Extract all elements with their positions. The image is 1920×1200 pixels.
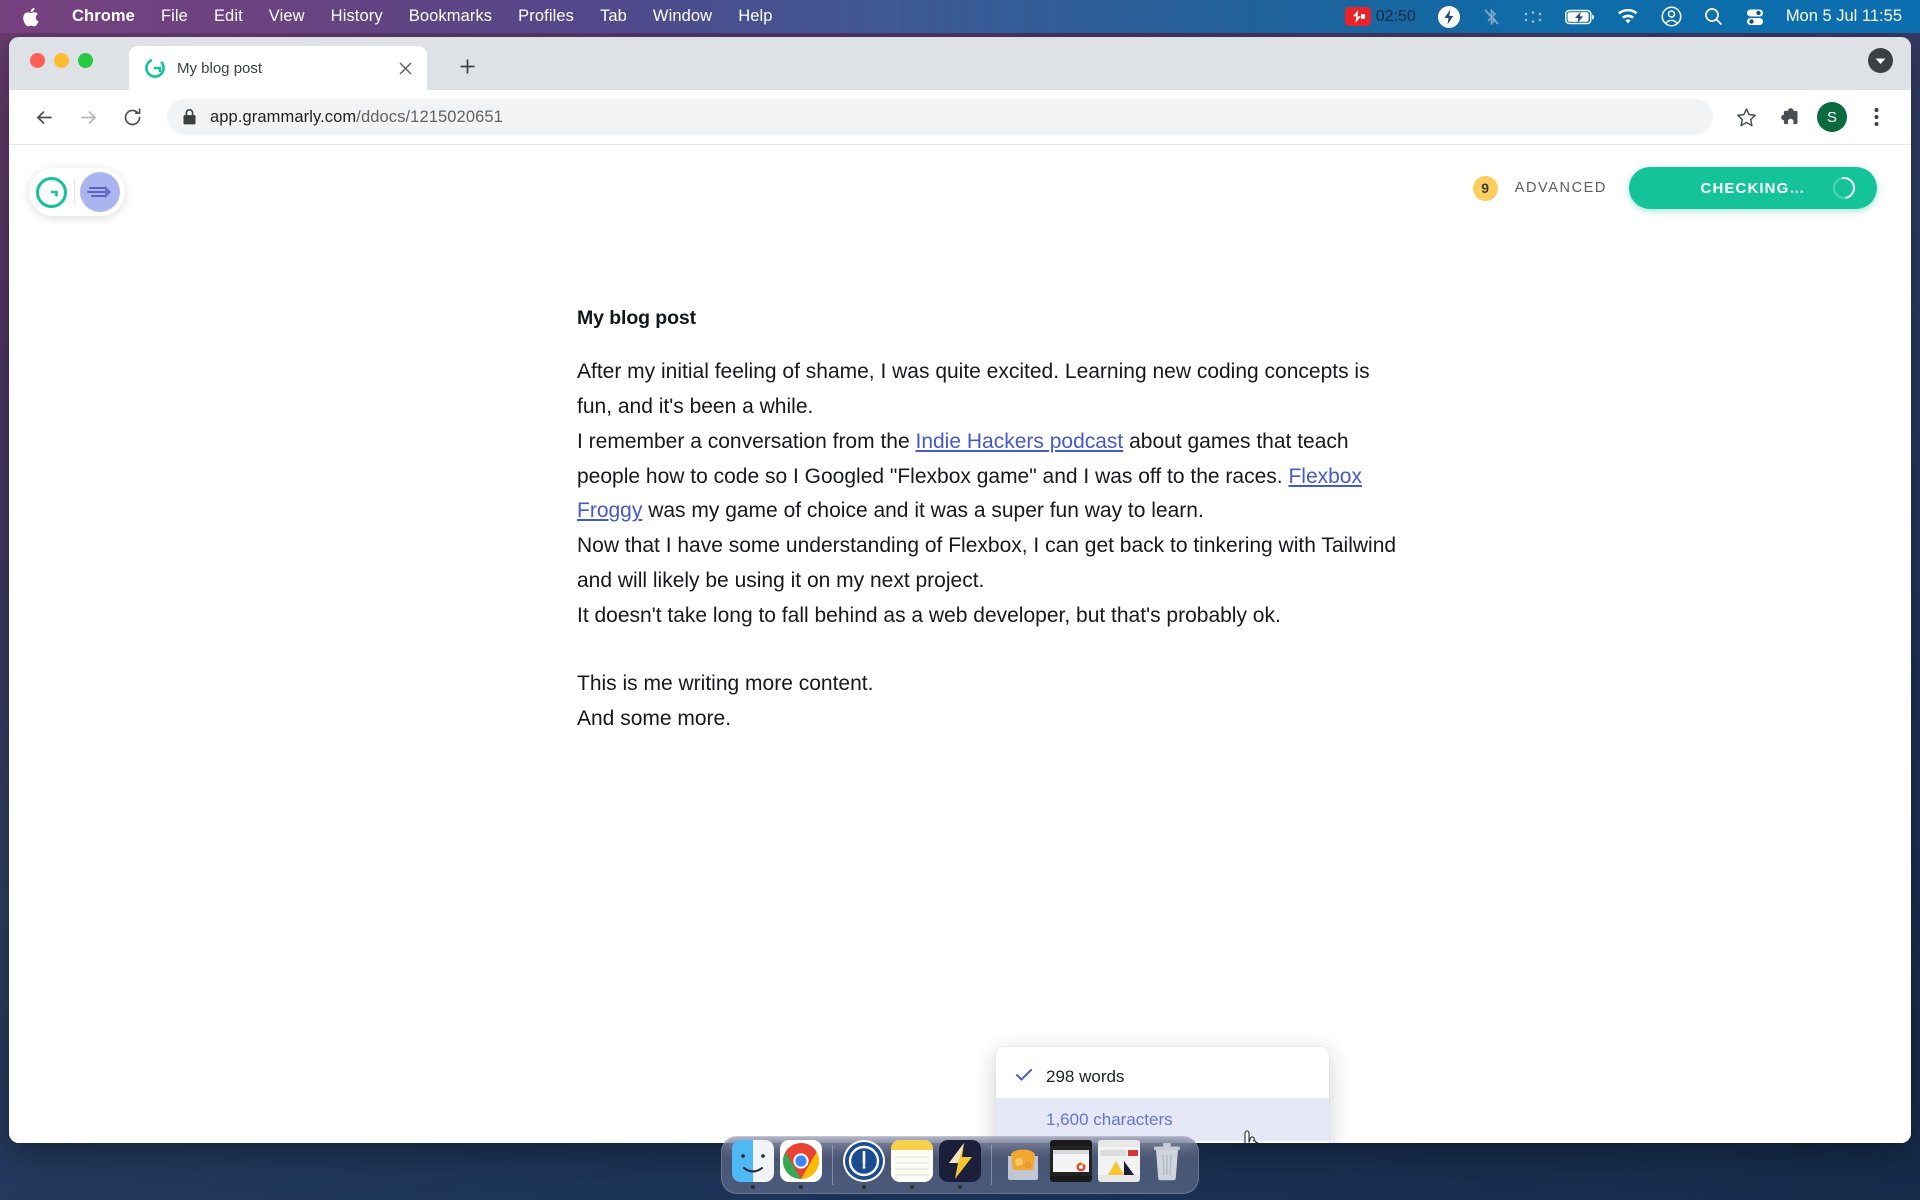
menu-bar-clock[interactable]: Mon 5 Jul 11:55: [1776, 7, 1902, 26]
control-center-icon[interactable]: [1734, 0, 1776, 33]
running-indicator: [862, 1185, 866, 1189]
forward-arrow-icon[interactable]: [69, 98, 107, 136]
browser-tab[interactable]: My blog post: [129, 46, 427, 90]
browser-tab-strip: My blog post: [9, 37, 1911, 90]
menu-item-chrome[interactable]: Chrome: [59, 7, 148, 26]
close-window-button[interactable]: [30, 53, 45, 68]
page-title[interactable]: My blog post: [577, 307, 1397, 330]
bolt-circle-icon[interactable]: [1427, 0, 1471, 33]
window-traffic-lights: [30, 53, 93, 68]
document-editor[interactable]: My blog post After my initial feeling of…: [577, 307, 1397, 737]
grammarly-logo-icon[interactable]: [36, 176, 67, 208]
dock-item-lightning-app[interactable]: [937, 1140, 983, 1190]
screen-record-icon[interactable]: 02:50: [1334, 0, 1427, 33]
stats-menu-item[interactable]: 298 words: [996, 1055, 1329, 1098]
browser-tab-title: My blog post: [177, 59, 263, 77]
mouse-cursor-pointer: [1244, 1130, 1259, 1143]
document-paragraph[interactable]: Now that I have some understanding of Fl…: [577, 529, 1397, 599]
dock-item-trash[interactable]: [1144, 1140, 1190, 1190]
menu-item-window[interactable]: Window: [640, 7, 725, 26]
status-badge[interactable]: 9: [1472, 175, 1498, 201]
stats-menu-item-label: 298 words: [1046, 1066, 1125, 1086]
new-tab-button[interactable]: [452, 51, 482, 81]
chrome-browser-window: My blog post app.grammarly.com/ddocs/121: [9, 37, 1911, 1143]
close-icon[interactable]: [393, 56, 417, 80]
document-text: I remember a conversation from the: [577, 429, 916, 453]
stats-menu-item-label: 1,600 characters: [1046, 1109, 1173, 1129]
lock-icon: [183, 109, 196, 125]
grammarly-editor-app: 9 ADVANCED CHECKING… My blog post After …: [9, 145, 1911, 1143]
apple-logo-icon[interactable]: [22, 7, 39, 27]
document-body[interactable]: After my initial feeling of shame, I was…: [577, 355, 1397, 737]
check-button-label: CHECKING…: [1700, 179, 1806, 197]
menu-item-tab[interactable]: Tab: [587, 7, 640, 26]
dock-item-finder[interactable]: [730, 1140, 776, 1190]
document-text: was my game of choice and it was a super…: [642, 499, 1204, 523]
menu-item-file[interactable]: File: [148, 7, 201, 26]
checkmark-icon: [1016, 1068, 1032, 1086]
menu-item-help[interactable]: Help: [725, 7, 785, 26]
menu-bar-status-area: 02:50 Mon 5 Jul 11:55: [1334, 0, 1920, 33]
reload-icon[interactable]: [113, 98, 151, 136]
macos-dock: [721, 1136, 1199, 1194]
battery-charging-icon[interactable]: [1554, 0, 1606, 33]
document-paragraph[interactable]: After my initial feeling of shame, I was…: [577, 355, 1397, 425]
divider: [832, 1145, 833, 1185]
document-paragraph[interactable]: This is me writing more content.: [577, 667, 1397, 702]
loading-spinner-icon: [1828, 172, 1860, 204]
back-arrow-icon[interactable]: [25, 98, 63, 136]
divider: [74, 179, 75, 205]
wifi-icon[interactable]: [1606, 0, 1650, 33]
stats-menu-item[interactable]: 1,600 characters: [996, 1098, 1329, 1141]
running-indicator: [910, 1185, 914, 1189]
running-indicator: [799, 1185, 803, 1189]
three-dot-menu-icon[interactable]: [1857, 98, 1895, 136]
goal-level-label[interactable]: ADVANCED: [1515, 180, 1607, 196]
assistant-panel-icon[interactable]: [80, 172, 120, 212]
document-stats-menu[interactable]: 298 words1,600 characters1 min 11 sec re…: [996, 1047, 1329, 1143]
bluetooth-off-icon[interactable]: [1471, 0, 1512, 33]
menu-item-edit[interactable]: Edit: [201, 7, 256, 26]
dock-item-window-thumbnail-1[interactable]: [1048, 1140, 1094, 1190]
puzzle-piece-icon[interactable]: [1769, 98, 1807, 136]
divider: [991, 1145, 992, 1185]
recording-timer: 02:50: [1375, 7, 1416, 25]
dock-item-downloads-folder[interactable]: [1000, 1140, 1046, 1190]
grammarly-side-toggle: [29, 168, 125, 216]
dock-item-window-thumbnail-2[interactable]: [1096, 1140, 1142, 1190]
menu-item-profiles[interactable]: Profiles: [505, 7, 587, 26]
macos-menu-bar: Chrome File Edit View History Bookmarks …: [0, 0, 1920, 33]
menu-item-bookmarks[interactable]: Bookmarks: [396, 7, 505, 26]
running-indicator: [958, 1185, 962, 1189]
grammarly-header-actions: 9 ADVANCED CHECKING…: [1472, 167, 1877, 209]
document-link[interactable]: Indie Hackers podcast: [915, 430, 1123, 453]
chrome-toolbar: app.grammarly.com/ddocs/1215020651 S: [9, 90, 1911, 145]
minimize-window-button[interactable]: [54, 53, 69, 68]
chrome-toolbar-actions: S: [1727, 98, 1895, 136]
document-paragraph[interactable]: It doesn't take long to fall behind as a…: [577, 599, 1397, 634]
star-icon[interactable]: [1727, 98, 1765, 136]
address-bar-url: app.grammarly.com/ddocs/1215020651: [210, 108, 503, 127]
menu-item-history[interactable]: History: [318, 7, 396, 26]
grammarly-favicon: [145, 58, 165, 78]
dock-item-1password[interactable]: [841, 1140, 887, 1190]
document-paragraph[interactable]: I remember a conversation from the Indie…: [577, 425, 1397, 530]
chevron-down-circle-icon[interactable]: [1868, 48, 1893, 73]
document-paragraph[interactable]: And some more.: [577, 702, 1397, 737]
dots-icon[interactable]: [1512, 0, 1554, 33]
running-indicator: [751, 1185, 755, 1189]
dock-item-notes[interactable]: [889, 1140, 935, 1190]
maximize-window-button[interactable]: [78, 53, 93, 68]
search-icon[interactable]: [1693, 0, 1734, 33]
check-status-button[interactable]: CHECKING…: [1629, 167, 1877, 209]
address-bar[interactable]: app.grammarly.com/ddocs/1215020651: [167, 99, 1713, 135]
menu-item-view[interactable]: View: [256, 7, 318, 26]
avatar[interactable]: S: [1817, 102, 1847, 132]
url-domain: app.grammarly.com: [210, 107, 357, 126]
url-path: /ddocs/1215020651: [356, 107, 503, 126]
dock-item-chrome[interactable]: [778, 1140, 824, 1190]
user-account-icon[interactable]: [1650, 0, 1693, 33]
